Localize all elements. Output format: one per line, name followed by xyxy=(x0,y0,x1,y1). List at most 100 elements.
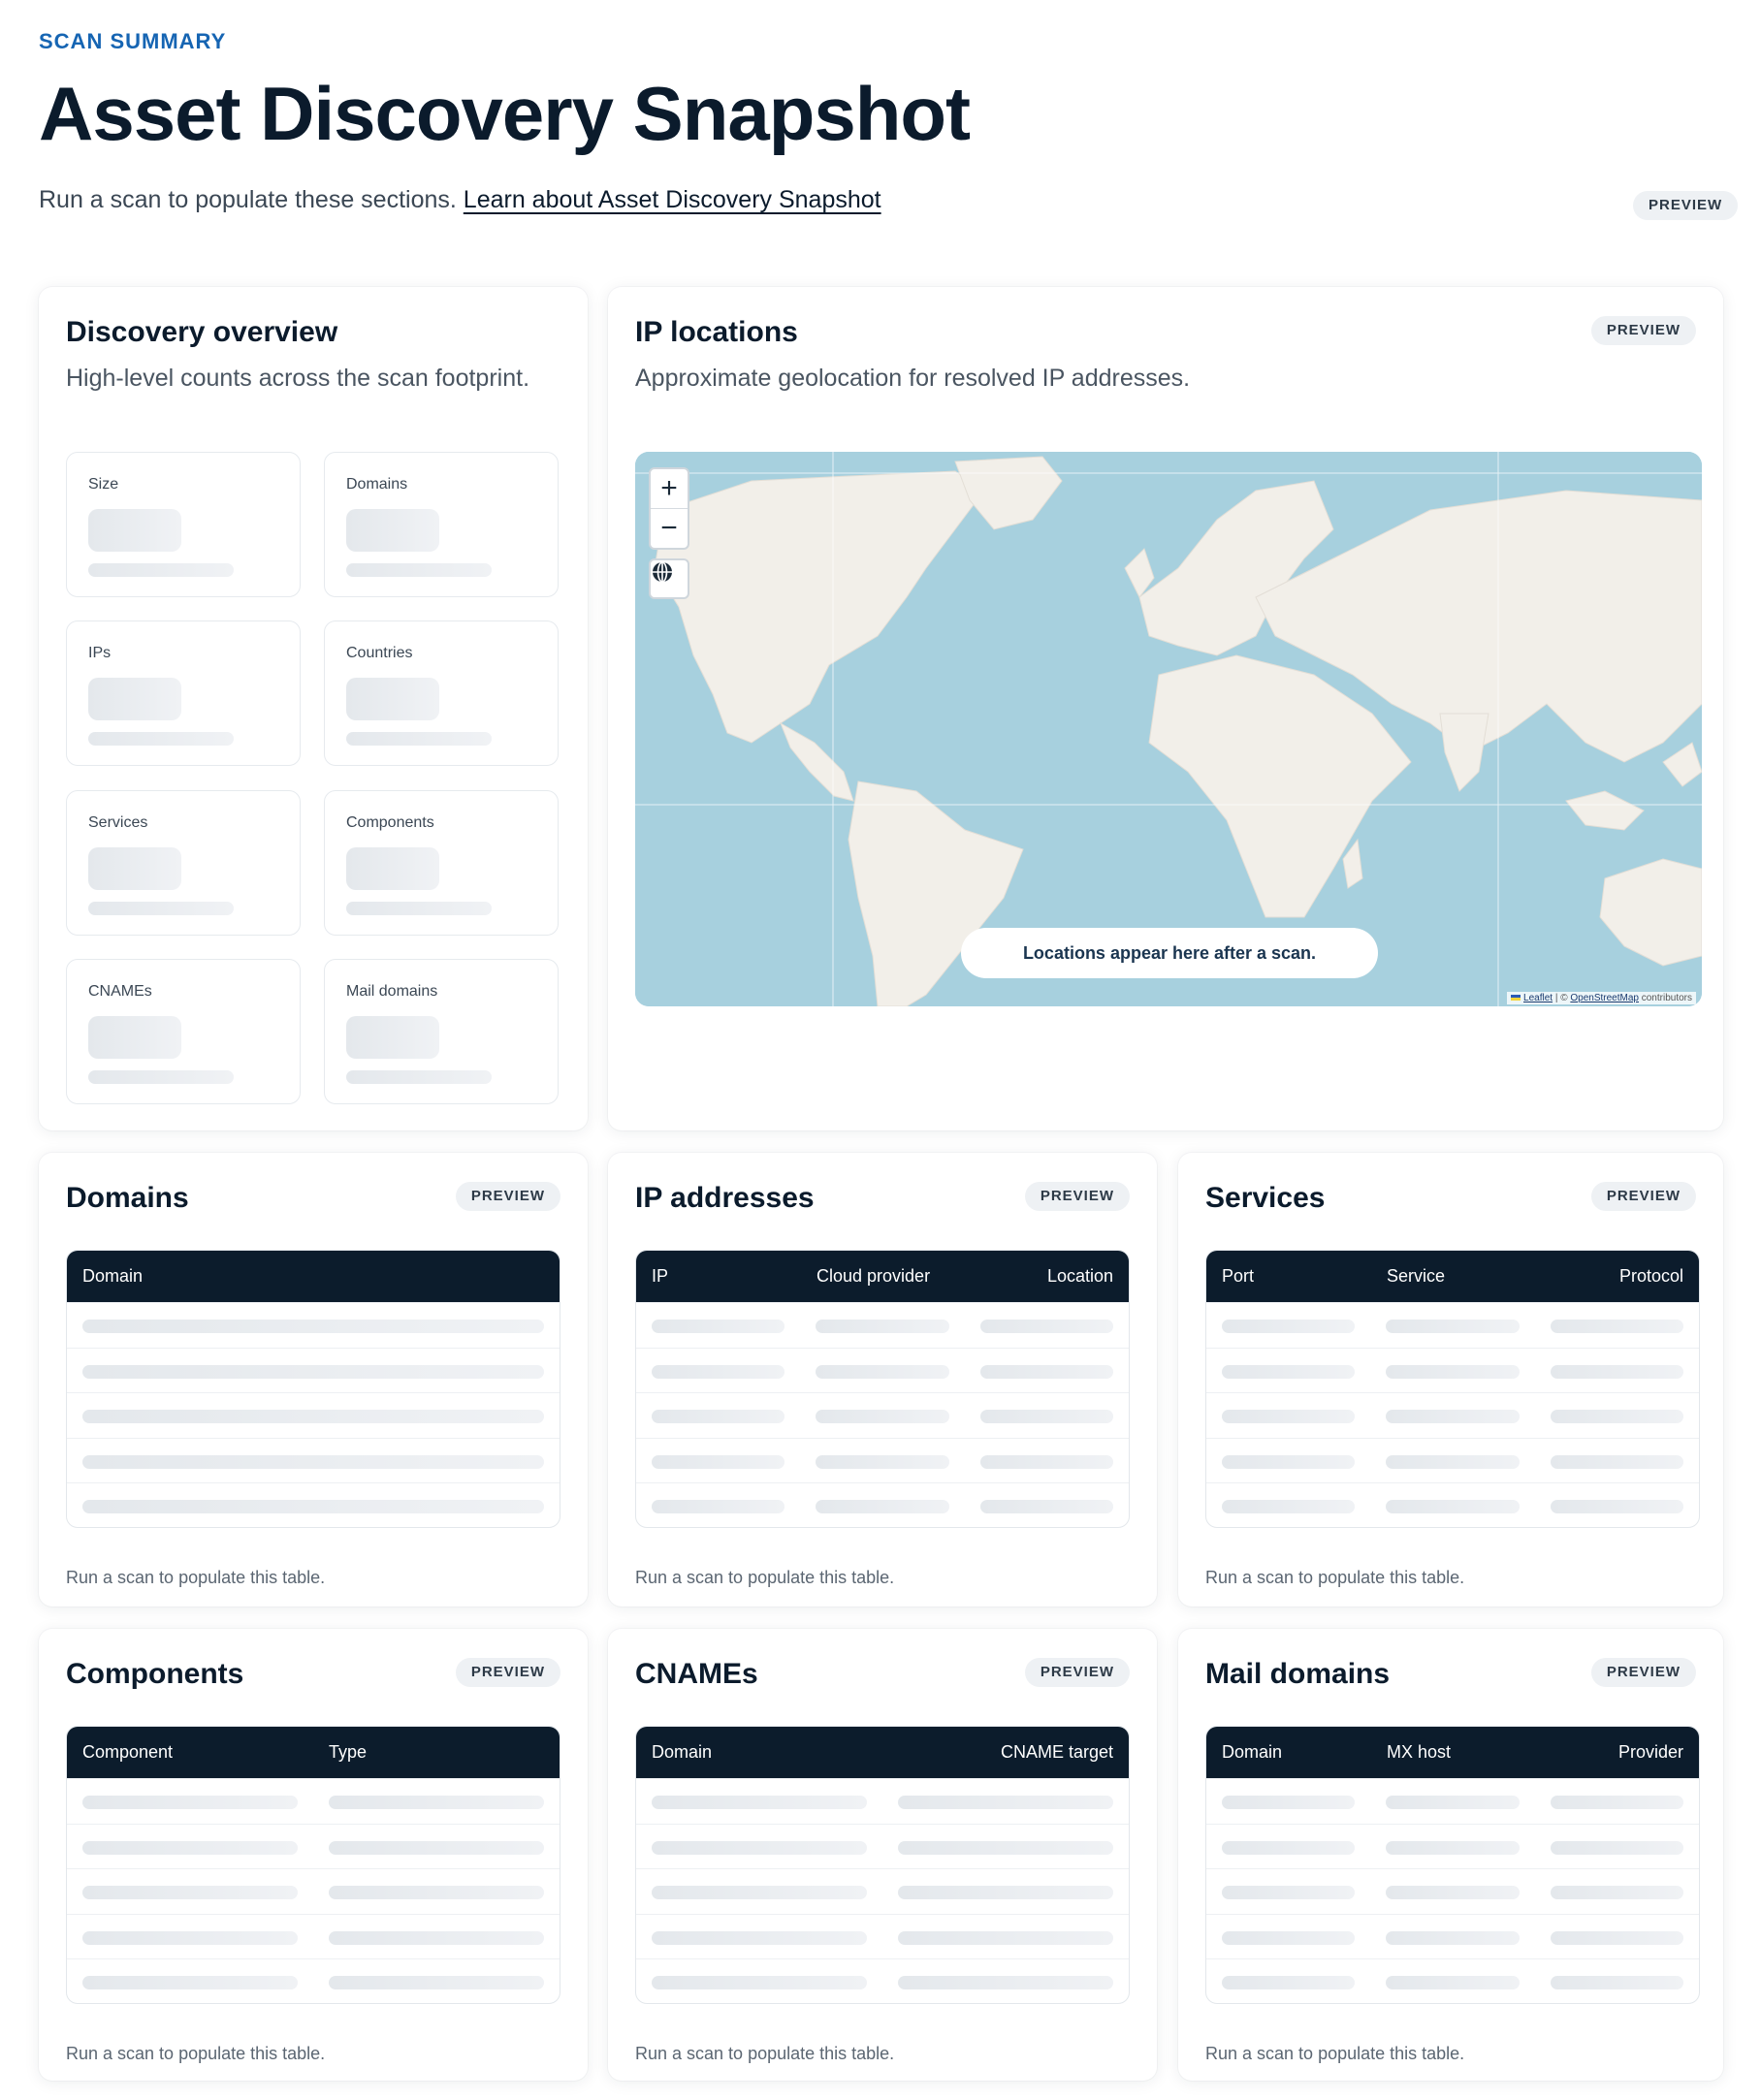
cell-skeleton xyxy=(1550,1976,1683,1989)
cell-skeleton xyxy=(979,1500,1113,1513)
cell-skeleton xyxy=(82,1796,298,1809)
cell-skeleton xyxy=(1386,1976,1520,1989)
table-row-skeleton xyxy=(67,1437,560,1483)
cell-skeleton xyxy=(82,1364,544,1379)
services-card: Services PREVIEW Port Service Protocol R… xyxy=(1178,1153,1723,1607)
cell-skeleton xyxy=(1222,1320,1356,1333)
table-empty-note: Run a scan to populate this table. xyxy=(1205,2044,1465,2063)
column-header-service: Service xyxy=(1387,1266,1446,1286)
table-header: Domain xyxy=(67,1251,560,1302)
locate-button[interactable] xyxy=(649,558,689,599)
cell-skeleton xyxy=(82,1930,298,1945)
table-row-skeleton xyxy=(636,1868,1129,1914)
osm-link[interactable]: OpenStreetMap xyxy=(1570,993,1639,1003)
column-header-component: Component xyxy=(82,1742,174,1762)
cell-skeleton xyxy=(816,1454,949,1469)
cell-skeleton xyxy=(329,1886,544,1899)
zoom-out-button[interactable]: − xyxy=(651,508,688,548)
attribution-separator: | © xyxy=(1553,993,1571,1003)
preview-badge: PREVIEW xyxy=(1024,1182,1130,1211)
table-row-skeleton xyxy=(67,1868,560,1914)
cell-skeleton xyxy=(1550,1886,1683,1899)
tile-domains: Domains xyxy=(324,452,559,597)
cell-skeleton xyxy=(652,1364,785,1379)
cell-skeleton xyxy=(329,1976,544,1989)
cell-skeleton xyxy=(652,1840,867,1855)
attribution-tail: contributors xyxy=(1638,993,1692,1003)
cell-skeleton xyxy=(652,1410,785,1423)
world-map-tiles xyxy=(635,452,1702,1006)
table-row-skeleton xyxy=(67,1958,560,2003)
card-title: CNAMEs xyxy=(635,1658,758,1690)
column-header-provider: Provider xyxy=(1617,1742,1683,1762)
tile-label: IPs xyxy=(88,645,112,661)
tile-services: Services xyxy=(66,790,301,936)
cell-skeleton xyxy=(82,1500,544,1513)
table-row-skeleton xyxy=(67,1823,560,1869)
cell-skeleton xyxy=(898,1976,1113,1989)
cell-skeleton xyxy=(652,1796,867,1809)
ip-locations-card: IP locations Approximate geolocation for… xyxy=(608,287,1723,1130)
page-subtitle: Run a scan to populate these sections. L… xyxy=(39,186,881,214)
tile-value-skeleton xyxy=(88,1016,181,1059)
cell-skeleton xyxy=(979,1454,1113,1469)
cell-skeleton xyxy=(82,1976,298,1989)
world-map[interactable]: + − Locations appear here after a scan. … xyxy=(635,452,1702,1006)
cell-skeleton xyxy=(1550,1364,1683,1379)
column-header-protocol: Protocol xyxy=(1618,1266,1683,1286)
learn-more-link[interactable]: Learn about Asset Discovery Snapshot xyxy=(464,186,881,213)
table-header: Port Service Protocol xyxy=(1206,1251,1699,1302)
column-header-ip: IP xyxy=(652,1266,669,1286)
cell-skeleton xyxy=(1386,1840,1520,1855)
column-header-location: Location xyxy=(1046,1266,1113,1286)
table-row-skeleton xyxy=(636,1347,1129,1393)
table-row-skeleton xyxy=(1206,1958,1699,2003)
map-empty-state-pill: Locations appear here after a scan. xyxy=(961,928,1378,978)
table-row-skeleton xyxy=(636,1302,1129,1348)
tile-caption-skeleton xyxy=(346,732,492,746)
column-header-type: Type xyxy=(329,1742,368,1762)
cell-skeleton xyxy=(329,1930,544,1945)
tile-caption-skeleton xyxy=(88,902,234,915)
tile-value-skeleton xyxy=(346,1016,439,1059)
table-row-skeleton xyxy=(1206,1482,1699,1527)
tile-label: Countries xyxy=(346,645,413,661)
leaflet-link[interactable]: Leaflet xyxy=(1523,993,1553,1003)
zoom-in-button[interactable]: + xyxy=(651,469,688,508)
cell-skeleton xyxy=(1386,1500,1520,1513)
table-row-skeleton xyxy=(636,1778,1129,1824)
cell-skeleton xyxy=(816,1410,949,1423)
cell-skeleton xyxy=(652,1320,785,1333)
table-row-skeleton xyxy=(67,1302,560,1348)
ip-addresses-table: IP Cloud provider Location xyxy=(635,1250,1130,1528)
column-header-domain: Domain xyxy=(82,1266,144,1286)
cell-skeleton xyxy=(898,1840,1113,1855)
table-header: IP Cloud provider Location xyxy=(636,1251,1129,1302)
card-description: High-level counts across the scan footpr… xyxy=(66,365,530,392)
cnames-card: CNAMEs PREVIEW Domain CNAME target Run a… xyxy=(608,1629,1157,2081)
preview-badge: PREVIEW xyxy=(1590,316,1696,345)
components-card: Components PREVIEW Component Type Run a … xyxy=(39,1629,588,2081)
cell-skeleton xyxy=(652,1500,785,1513)
table-header: Domain CNAME target xyxy=(636,1727,1129,1778)
cell-skeleton xyxy=(1222,1886,1356,1899)
table-row-skeleton xyxy=(1206,1778,1699,1824)
card-description: Approximate geolocation for resolved IP … xyxy=(635,365,1191,392)
table-row-skeleton xyxy=(1206,1823,1699,1869)
tile-value-skeleton xyxy=(346,509,439,552)
cell-skeleton xyxy=(1386,1886,1520,1899)
table-row-skeleton xyxy=(636,1482,1129,1527)
table-row-skeleton xyxy=(1206,1913,1699,1959)
table-row-skeleton xyxy=(67,1778,560,1824)
tile-countries: Countries xyxy=(324,620,559,766)
cell-skeleton xyxy=(1386,1320,1520,1333)
cell-skeleton xyxy=(1222,1840,1356,1855)
cell-skeleton xyxy=(652,1886,867,1899)
card-title: IP addresses xyxy=(635,1182,815,1214)
cell-skeleton xyxy=(1222,1410,1356,1423)
page-title: Asset Discovery Snapshot xyxy=(39,71,971,156)
cell-skeleton xyxy=(82,1886,298,1899)
cell-skeleton xyxy=(1550,1320,1683,1333)
card-title: Mail domains xyxy=(1205,1658,1391,1690)
tile-caption-skeleton xyxy=(88,732,234,746)
